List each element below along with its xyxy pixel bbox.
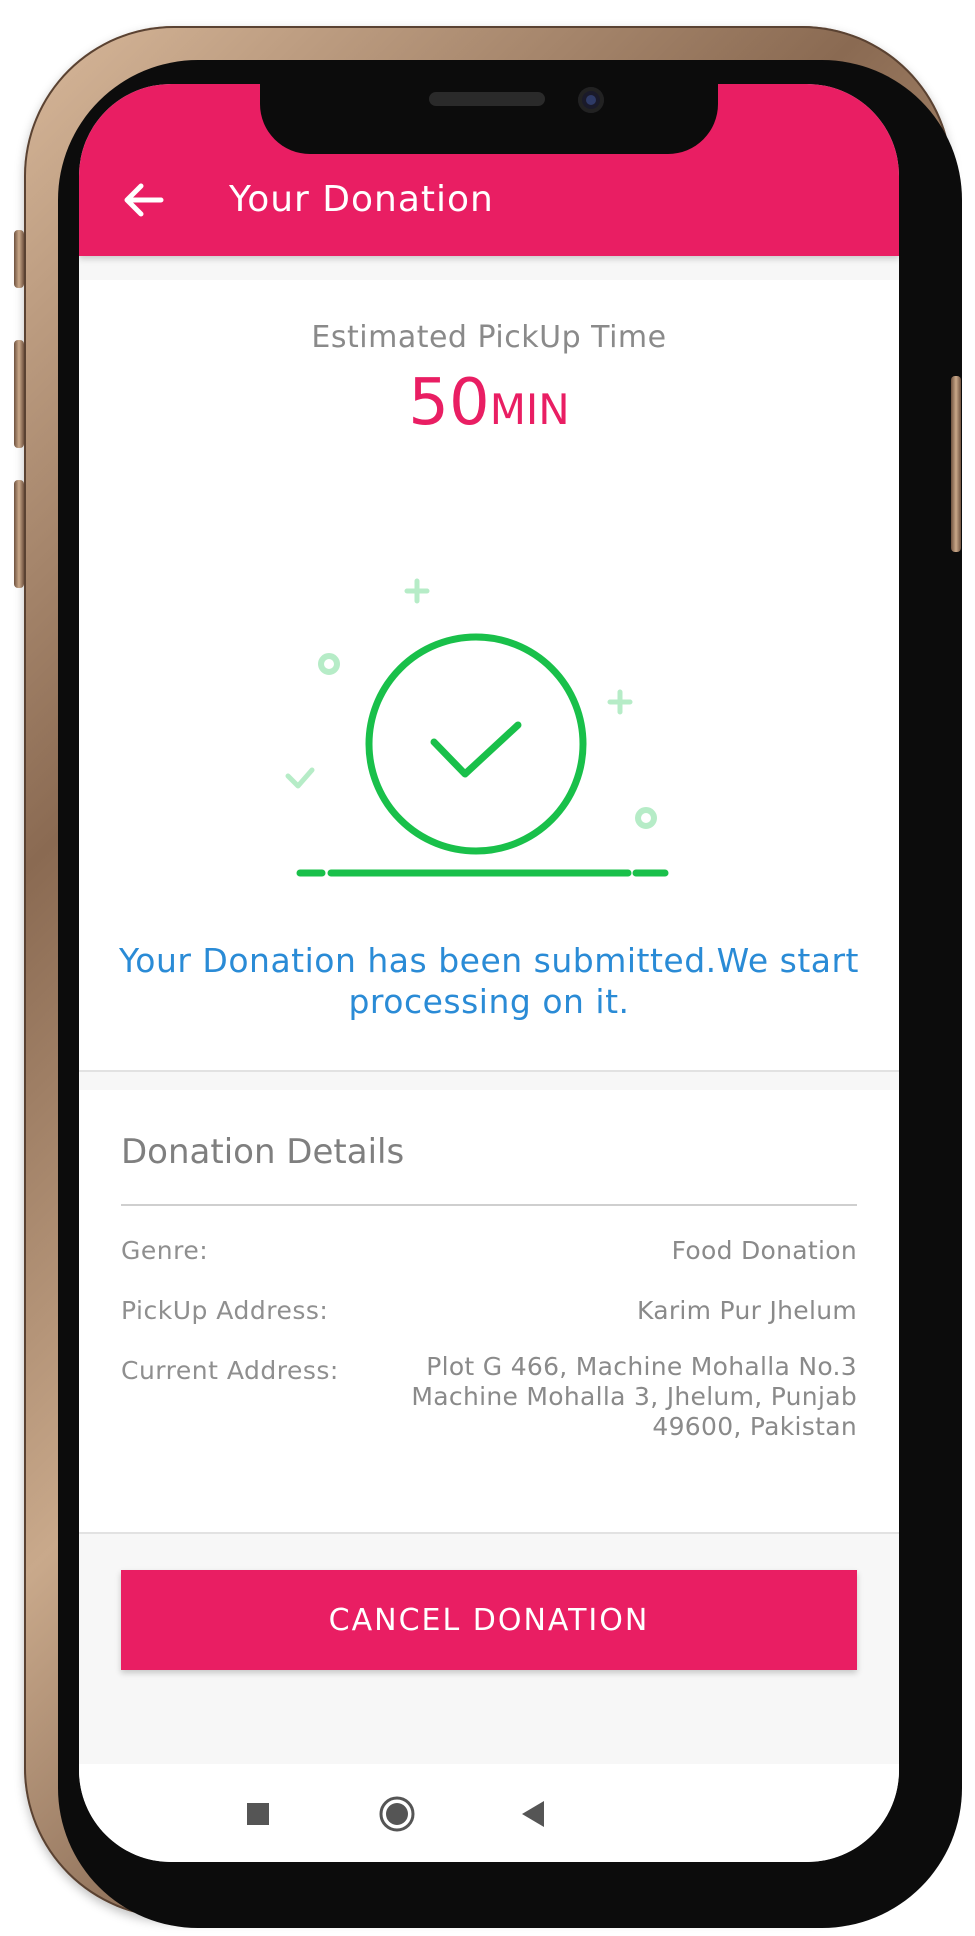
home-button[interactable] [367,1784,427,1844]
details-title: Donation Details [121,1132,405,1172]
genre-value: Food Donation [671,1236,857,1265]
notch [260,84,718,154]
pickup-address-value: Karim Pur Jhelum [636,1296,857,1325]
triangle-back-icon [522,1801,544,1827]
address-line: 49600, Pakistan [652,1412,857,1441]
current-address-value: Plot G 466, Machine Mohalla No.3 Machine… [387,1352,857,1442]
phone-side-button-power [951,376,961,552]
small-check-icon [285,767,315,789]
success-illustration [285,578,669,877]
donation-details-card: Donation Details Genre: Food Donation Pi… [79,1090,899,1534]
check-circle-icon [365,633,587,855]
address-line: Plot G 466, Machine Mohalla No.3 [426,1352,857,1381]
eta-value: 50MIN [79,368,899,454]
status-card: Estimated PickUp Time 50MIN Your Donatio… [79,280,899,1072]
plus-icon [607,689,633,715]
system-back-button[interactable] [504,1784,564,1844]
arrow-left-icon [124,183,164,217]
phone-side-button-volume-up [14,340,24,448]
address-line: Machine Mohalla 3, Jhelum, Punjab [411,1382,857,1411]
eta-label: Estimated PickUp Time [311,320,667,355]
eta-unit: MIN [489,385,570,434]
system-nav-bar [79,1764,899,1862]
square-icon [247,1803,269,1825]
pickup-address-label: PickUp Address: [121,1296,329,1325]
app-screen: Your Donation Estimated PickUp Time 50MI… [79,84,899,1862]
page-title: Your Donation [229,179,494,220]
phone-side-button-volume-down [14,480,24,588]
phone-side-button-silent [14,230,24,288]
success-message: Your Donation has been submitted.We star… [119,941,859,1021]
front-camera [578,87,604,113]
ring-icon [318,653,340,675]
back-button[interactable] [119,178,167,222]
ring-icon [635,807,657,829]
plus-icon [404,578,430,604]
recents-button[interactable] [228,1784,288,1844]
divider [121,1204,857,1206]
speaker-grille [429,92,545,106]
circle-icon [379,1796,415,1832]
cancel-donation-button[interactable]: Cancel Donation [121,1570,857,1670]
genre-label: Genre: [121,1236,209,1265]
eta-number: 50 [408,366,490,440]
current-address-label: Current Address: [121,1356,339,1385]
